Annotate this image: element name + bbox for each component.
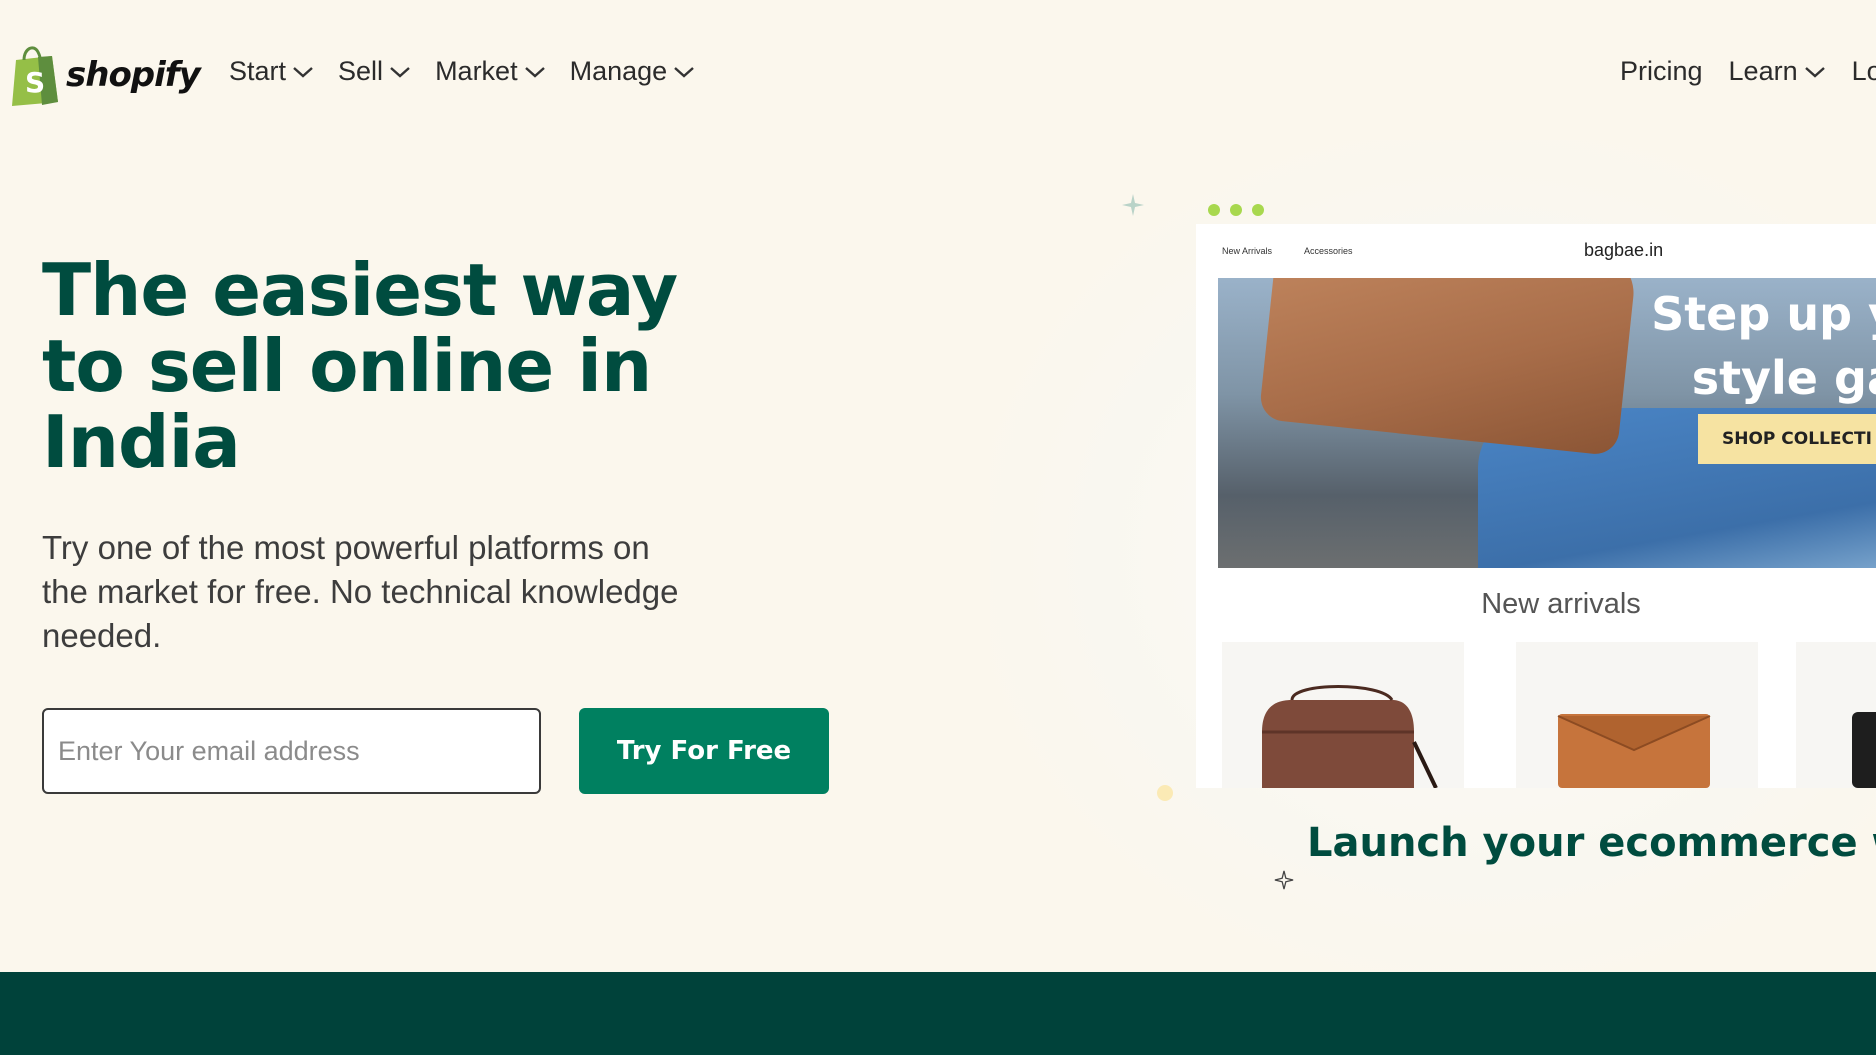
glow-dot-icon — [1157, 785, 1173, 801]
banner-line-1: Step up y — [1651, 287, 1876, 341]
brown-crossbody-bag-image — [1262, 685, 1438, 788]
product-card — [1796, 642, 1876, 788]
window-dot — [1208, 204, 1220, 216]
store-nav-accessories: Accessories — [1304, 246, 1353, 256]
chevron-down-icon — [293, 66, 313, 78]
nav-manage[interactable]: Manage — [570, 56, 696, 87]
nav-pricing[interactable]: Pricing — [1620, 56, 1703, 87]
sparkle-icon — [1122, 194, 1144, 216]
bottom-band — [0, 972, 1876, 1055]
top-navigation: S shopify Start Sell Market Manage Prici… — [0, 0, 1876, 150]
banner-bag-image — [1258, 278, 1638, 457]
nav-pricing-label: Pricing — [1620, 56, 1703, 86]
launch-caption: Launch your ecommerce web — [1307, 820, 1876, 866]
chevron-down-icon — [524, 66, 545, 78]
banner-line-2: style ga — [1691, 351, 1876, 405]
primary-nav: Start Sell Market Manage — [229, 56, 695, 87]
svg-text:S: S — [25, 66, 45, 99]
store-banner: Step up y style ga SHOP COLLECTI — [1218, 278, 1876, 568]
product-card — [1516, 642, 1758, 788]
hero-subtitle: Try one of the most powerful platforms o… — [42, 529, 679, 654]
product-card — [1222, 642, 1464, 788]
nav-learn[interactable]: Learn — [1729, 56, 1826, 87]
hero-title: The easiest way to sell online in India — [42, 248, 678, 484]
tan-clutch-image — [1557, 714, 1711, 788]
banner-headline: Step up y style ga — [1638, 282, 1876, 410]
window-dot — [1230, 204, 1242, 216]
store-nav-new-arrivals: New Arrivals — [1222, 246, 1273, 256]
chevron-down-icon — [1804, 66, 1825, 78]
chevron-down-icon — [390, 66, 410, 78]
window-dots — [1208, 204, 1264, 216]
new-arrivals-title: New arrivals — [1481, 588, 1641, 620]
email-input[interactable] — [42, 708, 541, 794]
nav-market[interactable]: Market — [435, 56, 546, 87]
shopify-logo[interactable]: S shopify — [8, 44, 201, 106]
secondary-nav: Pricing Learn Lo — [1620, 56, 1876, 87]
nav-login[interactable]: Lo — [1852, 56, 1876, 87]
nav-start[interactable]: Start — [229, 56, 314, 87]
black-bag-image — [1852, 712, 1876, 788]
shop-collection-button: SHOP COLLECTI — [1698, 414, 1876, 464]
try-for-free-button[interactable]: Try For Free — [579, 708, 829, 794]
nav-learn-label: Learn — [1728, 56, 1798, 86]
nav-sell-label: Sell — [338, 56, 384, 86]
shopify-bag-icon: S — [12, 46, 58, 106]
nav-sell[interactable]: Sell — [338, 56, 411, 87]
nav-start-label: Start — [229, 56, 287, 86]
store-mockup: New Arrivals Accessories bagbae.in Step … — [1196, 224, 1876, 788]
nav-login-label: Lo — [1851, 56, 1876, 86]
sparkle-outline-icon — [1274, 870, 1294, 890]
chevron-down-icon — [674, 66, 694, 78]
nav-market-label: Market — [435, 56, 518, 86]
store-domain: bagbae.in — [1584, 240, 1664, 260]
nav-manage-label: Manage — [569, 56, 668, 86]
brand-wordmark: shopify — [66, 55, 201, 95]
window-dot — [1252, 204, 1264, 216]
